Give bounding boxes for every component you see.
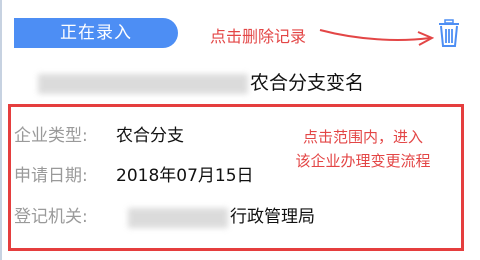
field-value: 农合分支 <box>116 126 184 146</box>
field-enterprise-type: 企业类型: 农合分支 <box>14 123 184 149</box>
redacted-title-prefix <box>38 74 248 94</box>
status-pill: 正在录入 <box>14 18 178 48</box>
annotation-delete-hint: 点击删除记录 <box>210 27 307 46</box>
record-title[interactable]: 农合分支变名 <box>14 68 454 98</box>
field-value: 2018年07月15日 <box>116 166 254 186</box>
annotation-enter-line2: 该企业办理变更流程 <box>295 152 431 170</box>
field-registration-authority: 登记机关: <box>14 204 116 230</box>
field-application-date: 申请日期: 2018年07月15日 <box>14 163 254 189</box>
field-label: 登记机关: <box>14 207 88 227</box>
annotation-arrow <box>319 29 434 46</box>
field-value: 行政管理局 <box>230 207 315 227</box>
field-label: 申请日期: <box>14 166 88 186</box>
record-title-text: 农合分支变名 <box>250 72 365 94</box>
trash-icon[interactable] <box>436 18 462 48</box>
left-frame-edge <box>0 0 2 260</box>
annotation-enter-line1: 点击范围内，进入 <box>302 128 423 146</box>
redacted-authority-prefix <box>128 208 228 228</box>
field-label: 企业类型: <box>14 126 88 146</box>
annotation-enter-hint: 点击范围内，进入 该企业办理变更流程 <box>268 125 458 173</box>
